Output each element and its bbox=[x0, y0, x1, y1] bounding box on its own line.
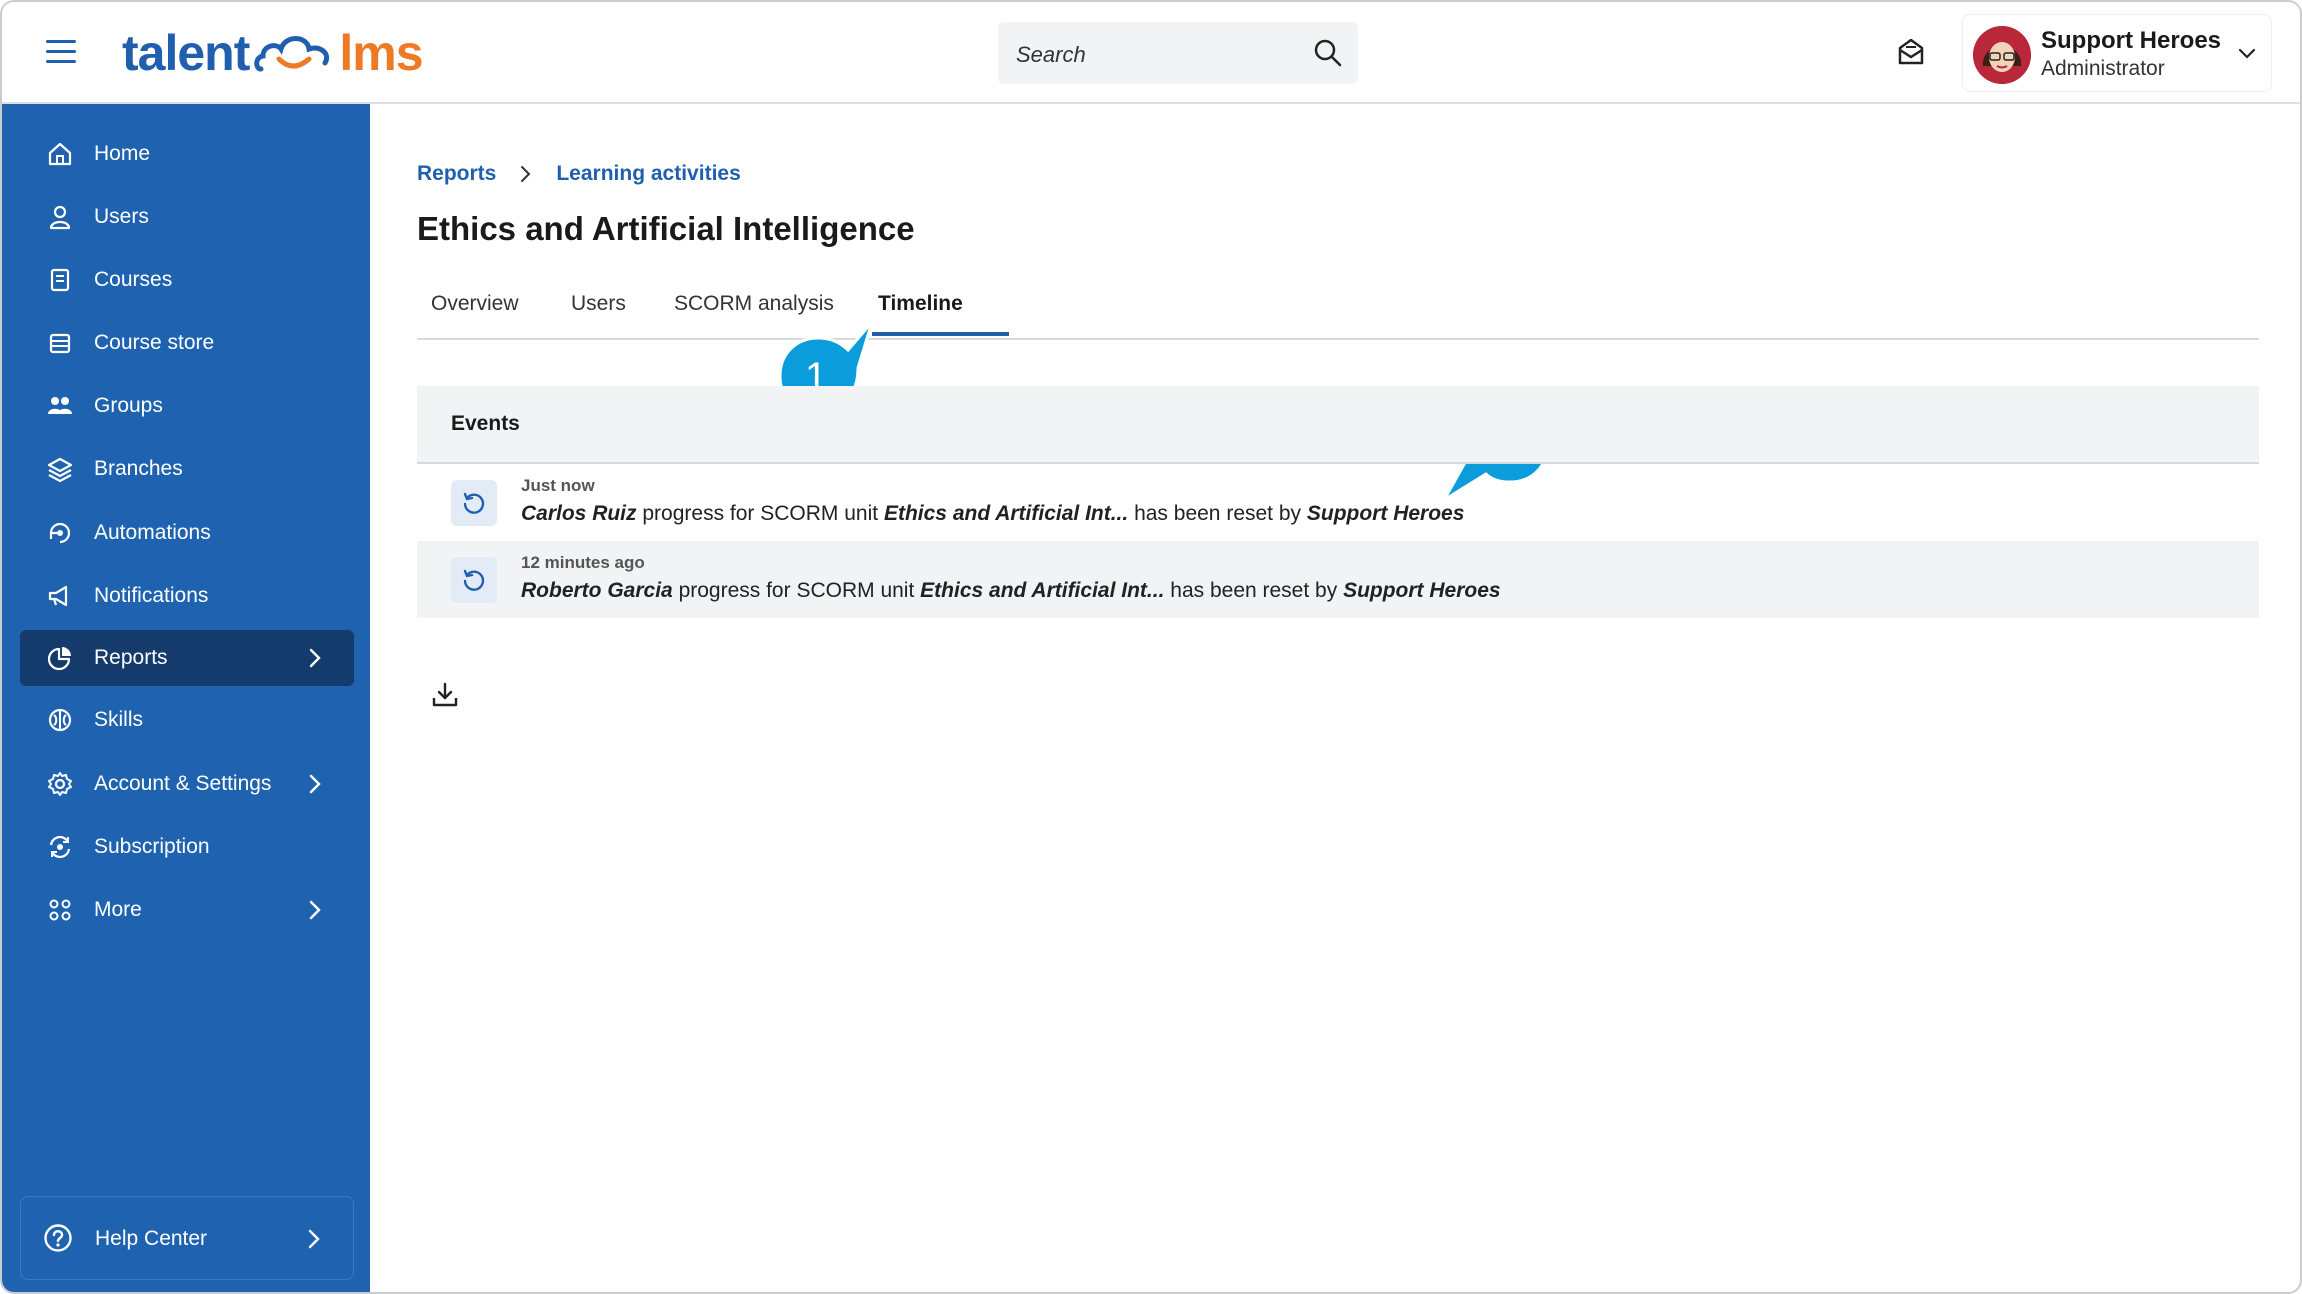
tab-timeline[interactable]: Timeline bbox=[878, 292, 963, 316]
sidebar-item-label: Branches bbox=[94, 457, 183, 480]
sidebar-item-skills[interactable]: Skills bbox=[20, 692, 354, 748]
chevron-right-icon bbox=[309, 900, 321, 920]
search-input[interactable]: Search bbox=[998, 22, 1358, 84]
search-placeholder: Search bbox=[1016, 42, 1086, 67]
sidebar-item-label: Reports bbox=[94, 646, 168, 669]
event-actor: Support Heroes bbox=[1306, 502, 1465, 525]
brain-icon bbox=[48, 708, 72, 732]
sidebar-item-account-settings[interactable]: Account & Settings bbox=[20, 756, 354, 812]
active-tab-indicator bbox=[872, 332, 1009, 336]
event-unit: Ethics and Artificial Int... bbox=[920, 579, 1165, 602]
events-heading: Events bbox=[451, 412, 520, 435]
sidebar-item-course-store[interactable]: Course store bbox=[20, 315, 354, 371]
event-text: progress for SCORM unit bbox=[642, 502, 879, 525]
sidebar-item-label: Notifications bbox=[94, 584, 209, 607]
chevron-right-icon bbox=[521, 166, 531, 182]
reset-icon[interactable] bbox=[451, 480, 497, 526]
groups-icon bbox=[48, 397, 72, 414]
help-icon bbox=[44, 1224, 72, 1252]
logo-text-right: lms bbox=[339, 25, 423, 81]
sidebar-item-home[interactable]: Home bbox=[20, 126, 354, 182]
event-message: Carlos Ruiz progress for SCORM unit Ethi… bbox=[521, 502, 1464, 526]
sidebar-item-label: Course store bbox=[94, 331, 215, 354]
store-icon bbox=[49, 333, 71, 354]
user-name: Support Heroes bbox=[2041, 27, 2222, 54]
sidebar-item-notifications[interactable]: Notifications bbox=[20, 568, 354, 624]
talentlms-logo[interactable]: talent lms bbox=[122, 24, 424, 82]
help-center-label: Help Center bbox=[95, 1227, 208, 1250]
user-profile-menu[interactable]: Support Heroes Administrator bbox=[1962, 14, 2272, 92]
sidebar-item-automations[interactable]: Automations bbox=[20, 505, 354, 561]
grid-icon bbox=[49, 899, 71, 921]
event-message: Roberto Garcia progress for SCORM unit E… bbox=[521, 579, 1501, 603]
sidebar-item-label: Users bbox=[94, 205, 149, 228]
automation-icon bbox=[49, 522, 71, 544]
chevron-right-icon bbox=[309, 648, 321, 668]
sidebar-item-label: Courses bbox=[94, 268, 173, 291]
logo-text-left: talent bbox=[122, 25, 250, 81]
search-icon[interactable] bbox=[1312, 37, 1344, 69]
chevron-down-icon[interactable] bbox=[2237, 43, 2257, 63]
inbox-icon[interactable] bbox=[1895, 36, 1927, 68]
subscription-icon bbox=[49, 835, 71, 859]
sidebar-item-subscription[interactable]: Subscription bbox=[20, 819, 354, 875]
download-icon[interactable] bbox=[430, 680, 460, 710]
tab-users[interactable]: Users bbox=[571, 292, 626, 316]
sidebar-item-users[interactable]: Users bbox=[20, 189, 354, 245]
sidebar-item-label: Skills bbox=[94, 708, 144, 731]
sidebar-item-courses[interactable]: Courses bbox=[20, 252, 354, 308]
pie-chart-icon bbox=[47, 647, 71, 671]
cloud-smile-icon bbox=[254, 36, 330, 72]
events-header: Events bbox=[417, 386, 2259, 464]
sidebar-item-label: Account & Settings bbox=[94, 772, 272, 795]
top-bar: talent lms Search Support Heroes Adminis… bbox=[2, 2, 2300, 104]
sidebar-item-branches[interactable]: Branches bbox=[20, 441, 354, 497]
event-time: Just now bbox=[521, 476, 595, 495]
event-text: has been reset by bbox=[1134, 502, 1302, 525]
sidebar-item-reports[interactable]: Reports bbox=[20, 630, 354, 686]
event-user: Carlos Ruiz bbox=[521, 502, 637, 525]
chevron-right-icon bbox=[308, 1229, 320, 1249]
sidebar-item-groups[interactable]: Groups bbox=[20, 378, 354, 434]
breadcrumb-learning-activities-link[interactable]: Learning activities bbox=[556, 162, 740, 186]
help-center-button[interactable]: Help Center bbox=[20, 1196, 354, 1280]
sidebar-item-label: More bbox=[94, 898, 142, 921]
chevron-right-icon bbox=[309, 774, 321, 794]
list-item: 12 minutes ago Roberto Garcia progress f… bbox=[417, 541, 2259, 618]
reset-icon[interactable] bbox=[451, 557, 497, 603]
tab-overview[interactable]: Overview bbox=[431, 292, 519, 316]
event-text: progress for SCORM unit bbox=[678, 579, 915, 602]
event-unit: Ethics and Artificial Int... bbox=[883, 502, 1129, 525]
events-panel: Events Just now Carlos Ruiz progress for… bbox=[417, 386, 2259, 618]
tab-scorm-analysis[interactable]: SCORM analysis bbox=[674, 292, 834, 316]
gear-icon bbox=[48, 772, 72, 796]
event-actor: Support Heroes bbox=[1343, 579, 1501, 602]
breadcrumb: Reports Learning activities bbox=[417, 162, 741, 186]
event-user: Roberto Garcia bbox=[521, 579, 673, 602]
sidebar-item-label: Subscription bbox=[94, 835, 210, 858]
avatar bbox=[1973, 26, 2031, 84]
sidebar-item-label: Automations bbox=[94, 521, 211, 544]
user-icon bbox=[49, 205, 71, 230]
megaphone-icon bbox=[48, 585, 68, 607]
user-role: Administrator bbox=[2041, 57, 2165, 80]
tab-bar: Overview Users SCORM analysis Timeline bbox=[417, 288, 2259, 340]
event-time: 12 minutes ago bbox=[521, 553, 645, 572]
layers-icon bbox=[47, 457, 73, 483]
app-window: talent lms Search Support Heroes Adminis… bbox=[0, 0, 2302, 1294]
page-title: Ethics and Artificial Intelligence bbox=[417, 210, 915, 247]
list-item: Just now Carlos Ruiz progress for SCORM … bbox=[417, 464, 2259, 541]
home-icon bbox=[48, 142, 72, 166]
sidebar: Home Users Courses Course store Groups B… bbox=[2, 104, 370, 1292]
hamburger-menu-icon[interactable] bbox=[46, 40, 76, 64]
book-icon bbox=[50, 268, 70, 292]
sidebar-item-more[interactable]: More bbox=[20, 882, 354, 938]
event-text: has been reset by bbox=[1170, 579, 1338, 602]
breadcrumb-reports-link[interactable]: Reports bbox=[417, 162, 496, 186]
sidebar-item-label: Groups bbox=[94, 394, 163, 417]
sidebar-item-label: Home bbox=[94, 142, 151, 165]
